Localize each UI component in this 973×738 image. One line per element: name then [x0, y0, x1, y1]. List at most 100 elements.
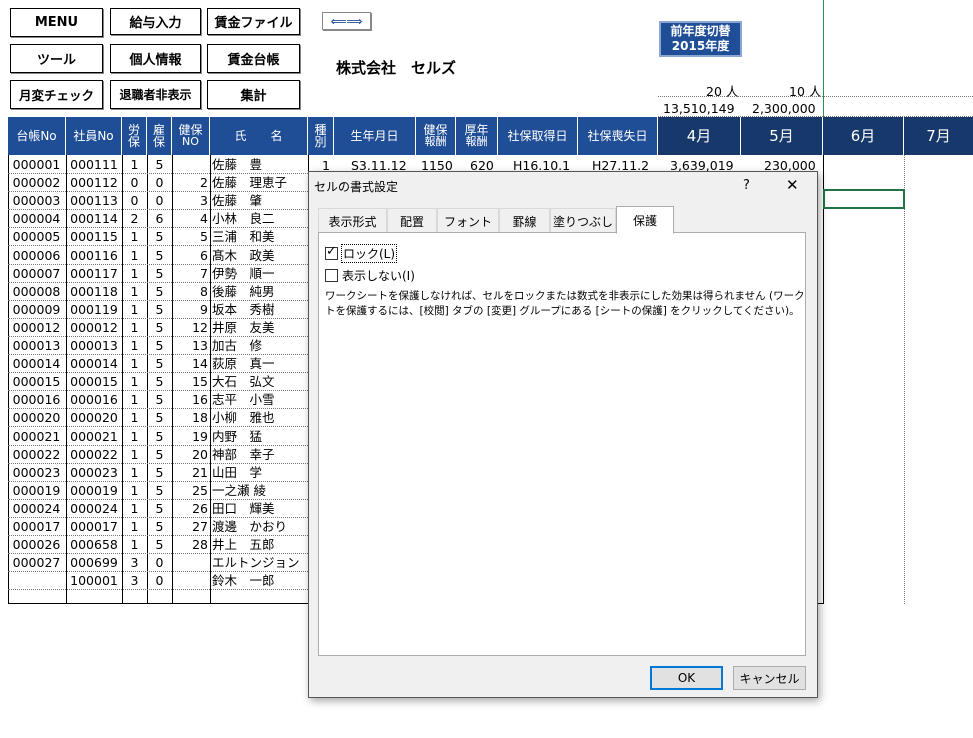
name-cell: 髙木 政美 — [212, 247, 275, 263]
kenpo-no-cell: 2 — [200, 175, 208, 191]
rou-cell: 1 — [130, 265, 139, 281]
monthly-check-button[interactable]: 月変チェック — [10, 80, 103, 109]
total-button[interactable]: 集計 — [207, 80, 300, 109]
name-cell: 三浦 和美 — [212, 229, 275, 245]
emp-no-cell: 000016 — [70, 392, 118, 408]
switch-year-button[interactable]: 前年度切替 2015年度 — [659, 21, 742, 57]
dialog-title: セルの書式設定 — [314, 180, 399, 194]
grid-line — [823, 155, 824, 604]
selected-cell[interactable] — [823, 189, 905, 209]
emp-no-cell: 100001 — [70, 573, 118, 589]
tab-alignment[interactable]: 配置 — [387, 208, 437, 233]
emp-no-cell: 000020 — [70, 410, 118, 426]
wage-ledger-button[interactable]: 賃金台帳 — [207, 44, 300, 73]
kenpo-no-cell: 16 — [192, 392, 208, 408]
emp-no-cell: 000022 — [70, 446, 118, 462]
koyo-cell: 5 — [155, 374, 164, 390]
ledger-no-cell: 000022 — [12, 446, 61, 462]
summary-divider — [658, 96, 973, 97]
name-cell: 佐藤 肇 — [212, 193, 263, 209]
tab-border[interactable]: 罫線 — [499, 208, 550, 233]
switch-year-label: 前年度切替 — [670, 24, 731, 38]
koyo-cell: 5 — [155, 428, 164, 444]
rou-cell: 3 — [130, 573, 139, 589]
fiscal-year-label: 2015年度 — [671, 39, 730, 53]
ok-button[interactable]: OK — [650, 666, 723, 690]
hide-retired-button[interactable]: 退職者非表示 — [110, 80, 201, 109]
ledger-no-cell: 000002 — [12, 175, 61, 191]
ledger-no-cell: 000020 — [12, 410, 61, 426]
header-kosei-pay: 厚年 報酬 — [456, 117, 498, 155]
total-may: 2,300,000 — [752, 101, 816, 116]
grid-line — [904, 155, 905, 604]
name-cell: 伊勢 順一 — [212, 265, 275, 281]
tab-fill[interactable]: 塗りつぶし — [550, 208, 616, 233]
header-acquire: 社保取得日 — [498, 117, 578, 155]
koyo-cell: 5 — [155, 537, 164, 553]
kenpo-no-cell: 21 — [192, 464, 208, 480]
name-cell: 佐藤 理恵子 — [212, 175, 288, 191]
lock-checkbox[interactable]: ✓ — [325, 244, 338, 260]
koyo-cell: 6 — [155, 211, 164, 227]
kenpo-no-cell: 14 — [192, 356, 208, 372]
rou-cell: 1 — [130, 229, 139, 245]
header-kenpo-no: 健保 NO — [172, 117, 210, 155]
rou-cell: 1 — [130, 301, 139, 317]
tools-button[interactable]: ツール — [10, 44, 103, 73]
koyo-cell: 5 — [155, 392, 164, 408]
ledger-no-cell: 000009 — [12, 301, 61, 317]
emp-no-cell: 000023 — [70, 464, 118, 480]
koyo-cell: 5 — [155, 464, 164, 480]
rou-cell: 1 — [130, 392, 139, 408]
koyo-cell: 5 — [155, 356, 164, 372]
emp-no-cell: 000014 — [70, 356, 118, 372]
cancel-button[interactable]: キャンセル — [733, 666, 806, 690]
koyo-cell: 0 — [155, 555, 164, 571]
tab-font[interactable]: フォント — [437, 208, 499, 233]
emp-no-cell: 000019 — [70, 482, 118, 498]
tab-protection[interactable]: 保護 — [616, 206, 674, 234]
lock-label[interactable]: ロック(L) — [341, 244, 398, 263]
emp-no-cell: 000699 — [70, 555, 118, 571]
ledger-no-cell: 000006 — [12, 247, 61, 263]
kenpo-no-cell — [172, 554, 208, 572]
name-cell: 渡邊 かおり — [212, 519, 288, 534]
emp-no-cell: 000115 — [70, 229, 118, 245]
wage-file-button[interactable]: 賃金ファイル — [207, 8, 300, 35]
header-kenpo-pay: 健保 報酬 — [416, 117, 456, 155]
koyo-cell: 5 — [155, 283, 164, 299]
koyo-cell: 5 — [155, 247, 164, 263]
ledger-no-cell: 000024 — [12, 500, 61, 516]
name-cell: 大石 弘文 — [212, 374, 275, 390]
personal-info-button[interactable]: 個人情報 — [110, 44, 201, 73]
protection-panel: ✓ ロック(L) 表示しない(I) ワークシートを保護しなければ、セルをロックま… — [318, 232, 806, 656]
kenpo-no-cell: 9 — [200, 301, 208, 317]
kenpo-no-cell: 6 — [200, 247, 208, 263]
arrow-icon[interactable]: ⟸⟹ — [322, 12, 371, 30]
kenpo-no-cell: 4 — [200, 211, 208, 227]
ledger-no-cell: 000014 — [12, 356, 61, 372]
count-april: 20 人 — [706, 84, 739, 99]
company-name: 株式会社 セルズ — [336, 59, 457, 77]
name-cell: 一之瀬 綾 — [212, 482, 266, 498]
kenpo-no-cell: 26 — [192, 500, 208, 516]
koyo-cell: 5 — [155, 482, 164, 498]
close-icon[interactable]: ✕ — [786, 176, 799, 194]
emp-no-cell: 000111 — [70, 157, 118, 172]
menu-button[interactable]: MENU — [10, 8, 103, 37]
salary-input-button[interactable]: 給与入力 — [110, 8, 201, 35]
hidden-label[interactable]: 表示しない(I) — [342, 267, 415, 284]
tab-number-format[interactable]: 表示形式 — [318, 208, 387, 233]
name-cell: 小林 良二 — [212, 211, 275, 227]
count-may: 10 人 — [789, 84, 822, 99]
koyo-cell: 0 — [155, 193, 164, 209]
header-name: 氏 名 — [210, 117, 308, 155]
name-cell: 荻原 真一 — [212, 356, 275, 372]
hidden-checkbox[interactable] — [325, 269, 338, 282]
help-icon[interactable]: ? — [743, 178, 750, 193]
kenpo-no-cell — [172, 572, 208, 590]
rou-cell: 1 — [130, 338, 139, 353]
ledger-no-cell: 000001 — [12, 157, 61, 172]
ledger-no-cell: 000013 — [12, 338, 61, 353]
ledger-no-cell: 000027 — [12, 555, 61, 571]
